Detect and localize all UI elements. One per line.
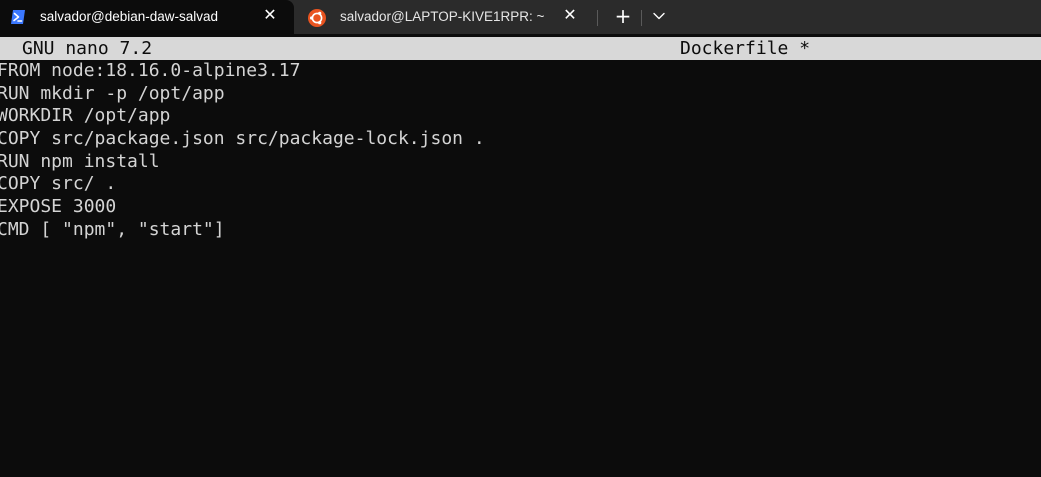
close-tab-icon[interactable]: ✕ xyxy=(561,7,579,25)
tab-title: salvador@debian-daw-salvad xyxy=(40,9,219,24)
editor-line[interactable]: RUN mkdir -p /opt/app xyxy=(0,83,1037,106)
tab-dropdown-button[interactable] xyxy=(644,3,674,29)
ubuntu-icon xyxy=(308,9,326,27)
editor-line[interactable]: COPY src/ . xyxy=(0,173,1037,196)
nano-version: GNU nano 7.2 xyxy=(22,38,153,59)
editor-buffer[interactable]: FROM node:18.16.0-alpine3.17 RUN mkdir -… xyxy=(0,60,1037,242)
editor-line[interactable]: CMD [ "npm", "start"] xyxy=(0,219,1037,242)
editor-line[interactable]: COPY src/package.json src/package-lock.j… xyxy=(0,128,1037,151)
tab-laptop[interactable]: salvador@LAPTOP-KIVE1RPR: ~ ✕ xyxy=(298,0,594,34)
editor-line[interactable]: RUN npm install xyxy=(0,151,1037,174)
editor-line[interactable]: FROM node:18.16.0-alpine3.17 xyxy=(0,60,1037,83)
new-tab-button[interactable]: + xyxy=(608,3,638,29)
tab-divider xyxy=(641,10,642,26)
terminal-window: salvador@debian-daw-salvad ✕ salvador@LA… xyxy=(0,0,1041,477)
editor-line[interactable]: EXPOSE 3000 xyxy=(0,196,1037,219)
nano-title-bar: GNU nano 7.2 Dockerfile * xyxy=(0,37,1041,60)
tab-debian[interactable]: salvador@debian-daw-salvad ✕ xyxy=(0,0,294,34)
editor-line[interactable]: WORKDIR /opt/app xyxy=(0,105,1037,128)
tab-divider xyxy=(597,10,598,26)
tab-bar: salvador@debian-daw-salvad ✕ salvador@LA… xyxy=(0,0,1041,34)
tab-title: salvador@LAPTOP-KIVE1RPR: ~ xyxy=(340,9,545,24)
nano-filename: Dockerfile * xyxy=(680,38,811,59)
powershell-icon xyxy=(10,9,26,25)
close-tab-icon[interactable]: ✕ xyxy=(261,7,279,25)
